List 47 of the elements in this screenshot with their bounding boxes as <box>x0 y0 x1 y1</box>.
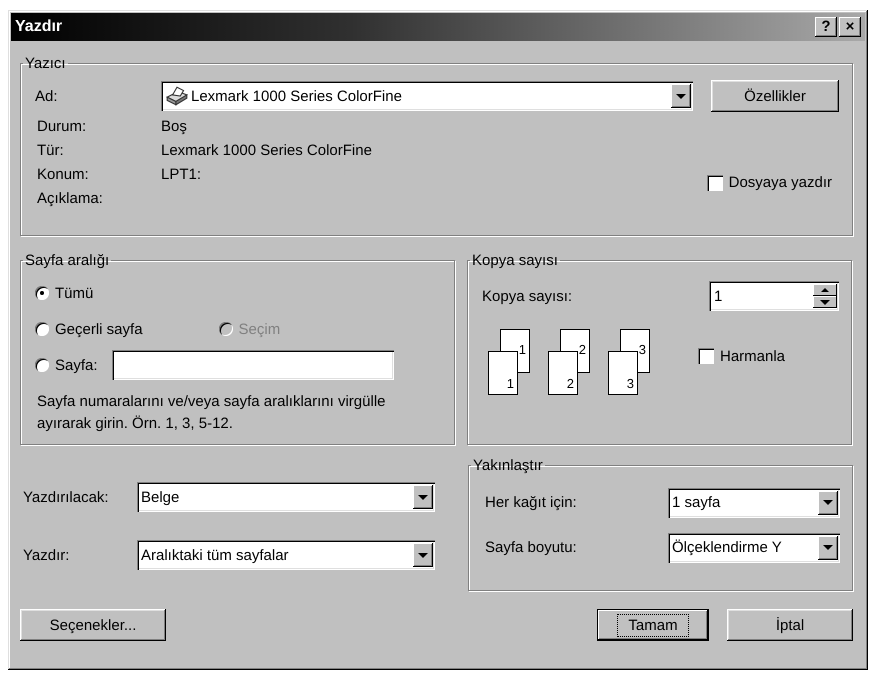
dropdown[interactable]: Belge <box>137 482 435 512</box>
checkbox[interactable] <box>698 348 714 364</box>
window-title: Yazdır <box>15 18 62 36</box>
info-value: LPT1: <box>161 166 202 183</box>
copies-spinner[interactable]: 1 <box>709 281 839 311</box>
collate-checkbox[interactable]: Harmanla <box>698 348 786 364</box>
info-label: Açıklama: <box>37 190 104 207</box>
field-label: Yazdırılacak: <box>23 488 110 506</box>
radio-button[interactable] <box>35 286 49 300</box>
page-sheet: 1 <box>488 351 518 395</box>
printer-dropdown[interactable]: Lexmark 1000 Series ColorFine <box>161 81 693 111</box>
checkbox[interactable] <box>706 174 723 190</box>
hint-text: Sayfa numaralarını ve/veya sayfa aralıklarını virgülle ayırarak girin. Örn. 1, 3, 5-12. <box>37 392 386 434</box>
radio-button[interactable] <box>35 322 49 336</box>
printer-icon <box>165 86 189 106</box>
radio-option[interactable]: Sayfa: <box>35 356 98 374</box>
field-label: Ad: <box>35 88 59 104</box>
group-label: Sayfa aralığı <box>24 252 110 269</box>
pages-input-field[interactable] <box>112 350 394 380</box>
dropdown[interactable]: Aralıktaki tüm sayfalar <box>137 540 435 570</box>
field-label: Her kağıt için: <box>485 494 577 511</box>
dialog-button[interactable]: İptal <box>727 609 853 641</box>
info-value: Lexmark 1000 Series ColorFine <box>161 142 372 159</box>
field-label: Sayfa boyutu: <box>485 539 577 556</box>
properties-button[interactable]: Özellikler <box>711 80 839 112</box>
group-label: Kopya sayısı <box>471 252 559 269</box>
info-value: Boş <box>161 118 188 135</box>
field-label: Yazdır: <box>23 546 70 564</box>
radio-option[interactable]: Geçerli sayfa <box>35 320 143 338</box>
group-label: Yazıcı <box>24 55 67 72</box>
help-button[interactable]: ? <box>815 17 837 37</box>
info-label: Konum: <box>37 166 90 183</box>
print-to-file-checkbox[interactable]: Dosyaya yazdır <box>706 174 832 191</box>
field-label: Kopya sayısı: <box>482 288 572 304</box>
info-label: Tür: <box>37 142 65 159</box>
page-sheet: 2 <box>548 351 578 395</box>
close-button[interactable]: × <box>839 17 861 37</box>
radio-option[interactable]: Tümü <box>35 284 94 302</box>
spin-arrows-icon <box>813 284 837 308</box>
dialog-button[interactable]: Tamam <box>597 609 709 641</box>
dialog-button[interactable]: Seçenekler... <box>20 609 166 641</box>
group-label: Yakınlaştır <box>472 457 544 474</box>
dropdown[interactable]: 1 sayfa <box>668 488 840 518</box>
page-sheet: 3 <box>608 351 638 395</box>
info-label: Durum: <box>37 118 88 135</box>
dropdown[interactable]: Ölçeklendirme Y <box>668 532 840 562</box>
radio-button[interactable] <box>35 358 49 372</box>
